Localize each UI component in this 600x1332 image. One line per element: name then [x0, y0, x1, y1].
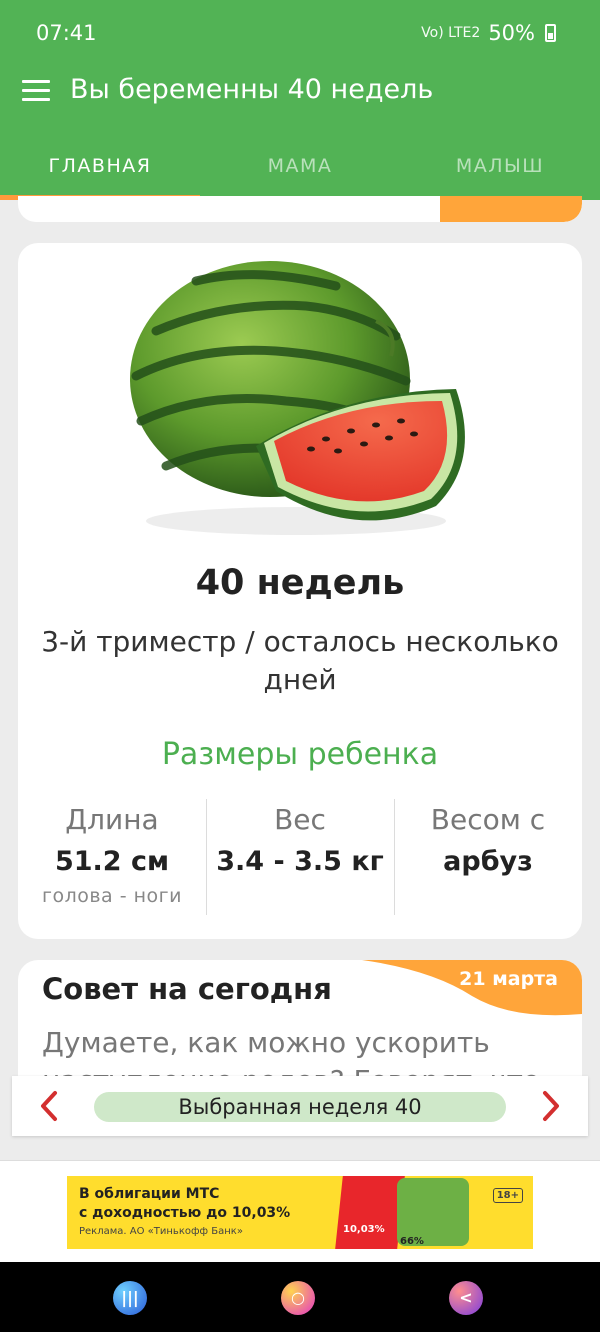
status-bar: 07:41 Vo) LTE2 50% [0, 0, 600, 66]
week-navigator: Выбранная неделя 40 [12, 1076, 588, 1136]
selected-week-label: Выбранная неделя 40 [94, 1092, 506, 1122]
size-label: Длина [65, 803, 159, 836]
tab-mom[interactable]: МАМА [200, 144, 400, 200]
advice-date: 21 марта [459, 968, 558, 990]
size-value: 51.2 см [54, 846, 170, 877]
tab-bar: ГЛАВНАЯ МАМА МАЛЫШ [0, 144, 600, 200]
size-value: 3.4 - 3.5 кг [216, 846, 384, 877]
status-icons: Vo) LTE2 50% [421, 21, 556, 45]
ad-card-image [335, 1176, 405, 1249]
status-time: 07:41 [36, 21, 97, 45]
system-nav-bar: ||| ○ < [0, 1262, 600, 1332]
previous-card-edge [18, 196, 582, 222]
tab-main[interactable]: ГЛАВНАЯ [0, 144, 200, 200]
hamburger-menu-icon[interactable] [22, 80, 50, 104]
battery-percent: 50% [488, 21, 535, 45]
weeks-count: 40 недель [195, 563, 405, 603]
trimester-info: 3-й триместр / осталось несколько дней [41, 625, 559, 696]
size-label: Весом с [430, 803, 546, 836]
recent-apps-button[interactable]: ||| [113, 1281, 147, 1315]
size-sublabel: голова - ноги [41, 885, 183, 907]
page-title: Вы беременны 40 недель [70, 74, 434, 105]
baby-sizes-title: Размеры ребенка [161, 737, 439, 772]
ad-line-1: В облигации МТС [79, 1186, 220, 1202]
app-bar: Вы беременны 40 недель ГЛАВНАЯ МАМА МАЛЫ… [0, 66, 600, 200]
ad-rate-2: 66% [400, 1236, 424, 1247]
watermelon-image [130, 261, 465, 535]
back-icon: < [459, 1288, 473, 1307]
size-length: Длина 51.2 см голова - ноги [18, 799, 206, 917]
chevron-left-icon[interactable] [34, 1089, 64, 1123]
advice-title: Совет на сегодня [42, 972, 332, 1006]
size-weight: Вес 3.4 - 3.5 кг [206, 799, 394, 917]
size-value: арбуз [443, 846, 533, 877]
recent-apps-icon: ||| [121, 1288, 139, 1307]
ad-disclaimer: Реклама. АО «Тинькофф Банк» [79, 1226, 243, 1237]
chevron-right-icon[interactable] [536, 1089, 566, 1123]
ad-age-badge: 18+ [492, 1188, 523, 1203]
week-card: 40 недель 3-й триместр / осталось нескол… [18, 243, 582, 939]
battery-icon [545, 24, 556, 42]
home-icon: ○ [291, 1288, 305, 1307]
home-button[interactable]: ○ [281, 1281, 315, 1315]
ad-zone: В облигации МТС с доходностью до 10,03% … [0, 1160, 600, 1262]
size-compare: Весом с арбуз [394, 799, 582, 917]
ad-rate: 10,03% [343, 1224, 385, 1235]
size-label: Вес [274, 803, 326, 836]
ad-banner[interactable]: В облигации МТС с доходностью до 10,03% … [67, 1176, 533, 1249]
baby-sizes: Длина 51.2 см голова - ноги Вес 3.4 - 3.… [18, 799, 582, 917]
network-icon: Vo) LTE2 [421, 25, 481, 41]
tab-baby[interactable]: МАЛЫШ [400, 144, 600, 200]
ad-line-2: с доходностью до 10,03% [79, 1205, 291, 1221]
back-button[interactable]: < [449, 1281, 483, 1315]
